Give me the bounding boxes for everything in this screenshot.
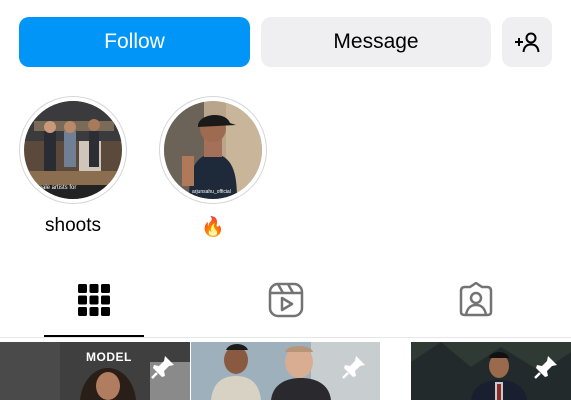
highlight-fire[interactable]: arjunsahu_official 🔥 bbox=[158, 96, 268, 239]
highlight-cover-image: arjunsahu_official bbox=[164, 101, 262, 199]
highlight-ring: arjunsahu_official bbox=[159, 96, 267, 204]
add-person-icon bbox=[515, 32, 540, 53]
highlight-cover-caption: arjunsahu_official bbox=[192, 189, 231, 195]
tab-posts[interactable] bbox=[74, 280, 114, 320]
highlight-shoots[interactable]: ...male artists for shoots bbox=[18, 96, 128, 237]
tagged-icon bbox=[459, 282, 493, 317]
highlight-label: shoots bbox=[45, 215, 101, 236]
grid-post[interactable]: MODEL bbox=[0, 342, 190, 400]
reels-icon bbox=[268, 282, 304, 318]
pin-icon bbox=[342, 356, 365, 379]
pin-icon bbox=[534, 356, 557, 379]
tab-reels[interactable] bbox=[266, 280, 306, 320]
grid-icon bbox=[78, 284, 110, 316]
post-caption: MODEL bbox=[86, 350, 132, 364]
follow-button[interactable]: Follow bbox=[19, 17, 250, 67]
message-button[interactable]: Message bbox=[261, 17, 491, 67]
highlight-ring: ...male artists for bbox=[19, 96, 127, 204]
suggest-people-button[interactable] bbox=[502, 17, 552, 67]
highlight-label: 🔥 bbox=[201, 217, 225, 238]
highlight-cover-caption: ...male artists for bbox=[32, 185, 77, 191]
highlight-cover-image: ...male artists for bbox=[24, 101, 122, 199]
tab-tagged[interactable] bbox=[456, 280, 496, 320]
pin-icon bbox=[151, 356, 174, 379]
grid-post[interactable] bbox=[191, 342, 380, 400]
tabs-divider bbox=[0, 337, 571, 338]
grid-post[interactable] bbox=[411, 342, 571, 400]
